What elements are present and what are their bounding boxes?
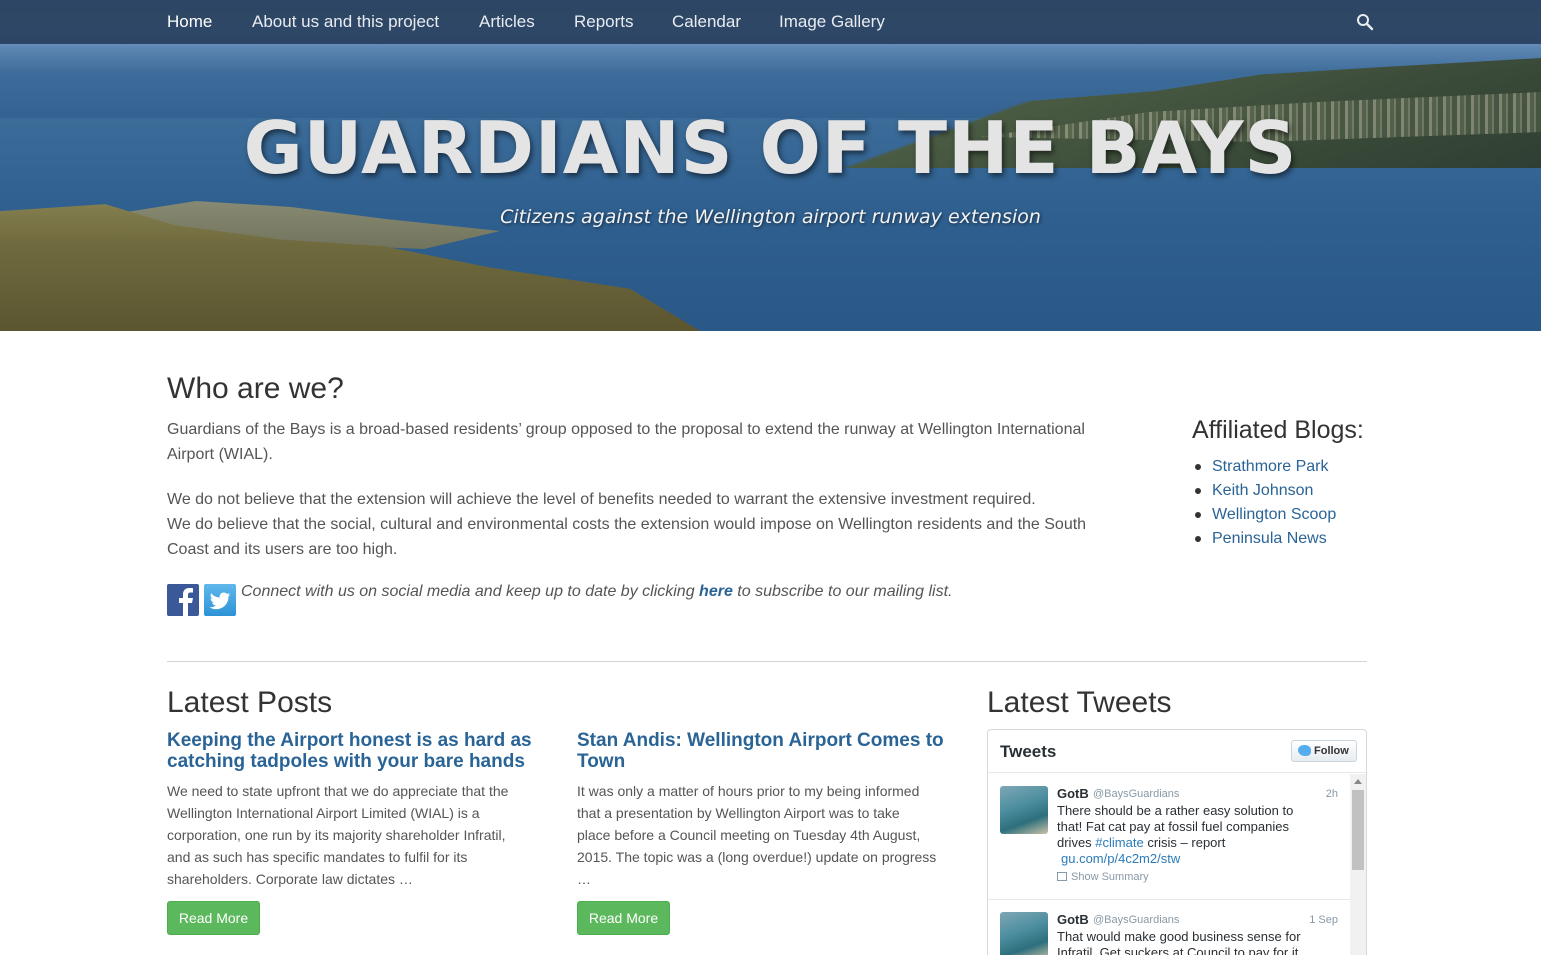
twitter-icon[interactable] — [204, 584, 236, 616]
tweet-text-line: Infratil. Get suckers at Council to pay … — [1057, 945, 1299, 955]
affiliated-blogs-heading: Affiliated Blogs: — [1192, 416, 1364, 444]
post-excerpt-2-line-5: … — [577, 871, 591, 887]
about-paragraph-2: We do not believe that the extension wil… — [167, 487, 1086, 562]
tweet-author-name[interactable]: GotB — [1057, 786, 1089, 801]
twitter-follow-label: Follow — [1314, 745, 1349, 757]
connect-text-before: Connect with us on social media and keep… — [241, 583, 700, 600]
post-excerpt-2: It was only a matter of hours prior to m… — [577, 780, 967, 890]
affiliated-blogs-list: Strathmore Park Keith Johnson Wellington… — [1194, 455, 1336, 551]
twitter-timeline-widget: Tweets Follow GotB @BaysGuardians 2h The… — [987, 729, 1367, 955]
tweet-hashtag-link[interactable]: #climate — [1095, 835, 1143, 850]
blog-link-strathmore-park[interactable]: Strathmore Park — [1212, 458, 1328, 475]
tweet-timestamp[interactable]: 2h — [1326, 788, 1338, 800]
nav-about[interactable]: About us and this project — [252, 12, 439, 32]
post-excerpt-1: We need to state upfront that we do appr… — [167, 780, 557, 890]
list-item: Peninsula News — [1194, 527, 1336, 551]
tweet-text-fragment: crisis – report — [1143, 835, 1226, 850]
show-summary-link[interactable]: Show Summary — [1057, 871, 1149, 883]
post-excerpt-2-line-3: place before a Council meeting on Tuesda… — [577, 827, 921, 843]
post-excerpt-1-line-5: shareholders. Corporate law dictates … — [167, 871, 413, 887]
post-title-1[interactable]: Keeping the Airport honest is as hard as… — [167, 730, 547, 772]
avatar[interactable] — [1000, 912, 1048, 955]
post-title-2-line-2: Town — [577, 751, 626, 772]
tweet-text: That would make good business sense for … — [1057, 929, 1337, 955]
post-title-1-line-2: catching tadpoles with your bare hands — [167, 751, 525, 772]
blog-link-peninsula-news[interactable]: Peninsula News — [1212, 530, 1327, 547]
post-excerpt-2-line-4: 2015. The topic was a (long overdue!) up… — [577, 849, 937, 865]
top-navbar: Home About us and this project Articles … — [0, 0, 1541, 44]
read-more-button-1[interactable]: Read More — [167, 901, 260, 935]
list-item: Strathmore Park — [1194, 455, 1336, 479]
tweets-scrollbar[interactable] — [1350, 774, 1366, 955]
latest-tweets-heading: Latest Tweets — [987, 686, 1172, 719]
tweet-text-fragment: drives — [1057, 835, 1096, 850]
latest-posts-heading: Latest Posts — [167, 686, 333, 719]
site-subtitle: Citizens against the Wellington airport … — [500, 206, 1041, 228]
nav-calendar[interactable]: Calendar — [672, 12, 741, 32]
tweet-item[interactable]: GotB @BaysGuardians 2h There should be a… — [988, 774, 1350, 900]
show-summary-label: Show Summary — [1071, 871, 1149, 883]
post-excerpt-1-line-3: corporation, one run by its majority sha… — [167, 827, 506, 843]
post-excerpt-2-line-2: that a presentation by Wellington Airpor… — [577, 805, 900, 821]
section-divider — [167, 661, 1367, 662]
summary-icon — [1057, 872, 1067, 881]
scrollbar-thumb[interactable] — [1352, 790, 1364, 870]
tweet-item[interactable]: GotB @BaysGuardians 1 Sep That would mak… — [988, 900, 1350, 955]
tweet-text-line: drives #climate crisis – report — [1057, 835, 1337, 851]
tweet-author-name[interactable]: GotB — [1057, 912, 1089, 927]
connect-text: Connect with us on social media and keep… — [241, 583, 953, 601]
who-are-we-heading: Who are we? — [167, 372, 344, 405]
scroll-up-arrow-icon[interactable] — [1354, 779, 1362, 784]
about-paragraph-1-line-1: Guardians of the Bays is a broad-based r… — [167, 421, 1085, 438]
avatar[interactable] — [1000, 786, 1048, 834]
tweet-author-handle[interactable]: @BaysGuardians — [1093, 788, 1179, 800]
post-title-2-line-1: Stan Andis: Wellington Airport Comes to — [577, 730, 944, 751]
nav-image-gallery[interactable]: Image Gallery — [779, 12, 885, 32]
post-excerpt-1-line-2: Wellington International Airport Limited… — [167, 805, 480, 821]
twitter-follow-button[interactable]: Follow — [1291, 740, 1357, 762]
twitter-bird-icon — [1298, 745, 1311, 756]
post-excerpt-1-line-1: We need to state upfront that we do appr… — [167, 783, 509, 799]
site-title: GUARDIANS OF THE BAYS — [243, 106, 1298, 190]
hero-banner: GUARDIANS OF THE BAYS Citizens against t… — [0, 0, 1541, 331]
tweet-text-line: That would make good business sense for — [1057, 929, 1301, 944]
about-paragraph-2-line-2: We do believe that the social, cultural … — [167, 516, 1087, 533]
post-excerpt-1-line-4: and as such has specific mandates to ful… — [167, 849, 468, 865]
mailing-list-link[interactable]: here — [699, 583, 733, 600]
tweet-timestamp[interactable]: 1 Sep — [1309, 914, 1338, 926]
nav-reports[interactable]: Reports — [574, 12, 634, 32]
tweet-text: There should be a rather easy solution t… — [1057, 803, 1337, 867]
facebook-icon[interactable] — [167, 584, 199, 616]
connect-text-after: to subscribe to our mailing list. — [732, 583, 953, 600]
about-paragraph-1-line-2: Airport (WIAL). — [167, 446, 273, 463]
list-item: Keith Johnson — [1194, 479, 1336, 503]
post-title-2[interactable]: Stan Andis: Wellington Airport Comes to … — [577, 730, 957, 772]
tweet-url-link[interactable]: gu.com/p/4c2m2/stw — [1061, 851, 1180, 866]
list-item: Wellington Scoop — [1194, 503, 1336, 527]
search-icon[interactable] — [1356, 13, 1374, 31]
twitter-widget-title: Tweets — [1000, 742, 1057, 761]
tweet-text-line: that! Fat cat pay at fossil fuel compani… — [1057, 819, 1289, 834]
nav-articles[interactable]: Articles — [479, 12, 535, 32]
about-paragraph-1: Guardians of the Bays is a broad-based r… — [167, 417, 1085, 467]
tweet-text-line: There should be a rather easy solution t… — [1057, 803, 1294, 818]
twitter-widget-header: Tweets Follow — [988, 730, 1366, 773]
post-title-1-line-1: Keeping the Airport honest is as hard as — [167, 730, 532, 751]
read-more-button-2[interactable]: Read More — [577, 901, 670, 935]
blog-link-wellington-scoop[interactable]: Wellington Scoop — [1212, 506, 1336, 523]
post-excerpt-2-line-1: It was only a matter of hours prior to m… — [577, 783, 920, 799]
blog-link-keith-johnson[interactable]: Keith Johnson — [1212, 482, 1313, 499]
about-paragraph-2-line-3: Coast and its users are too high. — [167, 541, 398, 558]
about-paragraph-2-line-1: We do not believe that the extension wil… — [167, 491, 1036, 508]
nav-home[interactable]: Home — [167, 12, 212, 32]
tweet-author-handle[interactable]: @BaysGuardians — [1093, 914, 1179, 926]
